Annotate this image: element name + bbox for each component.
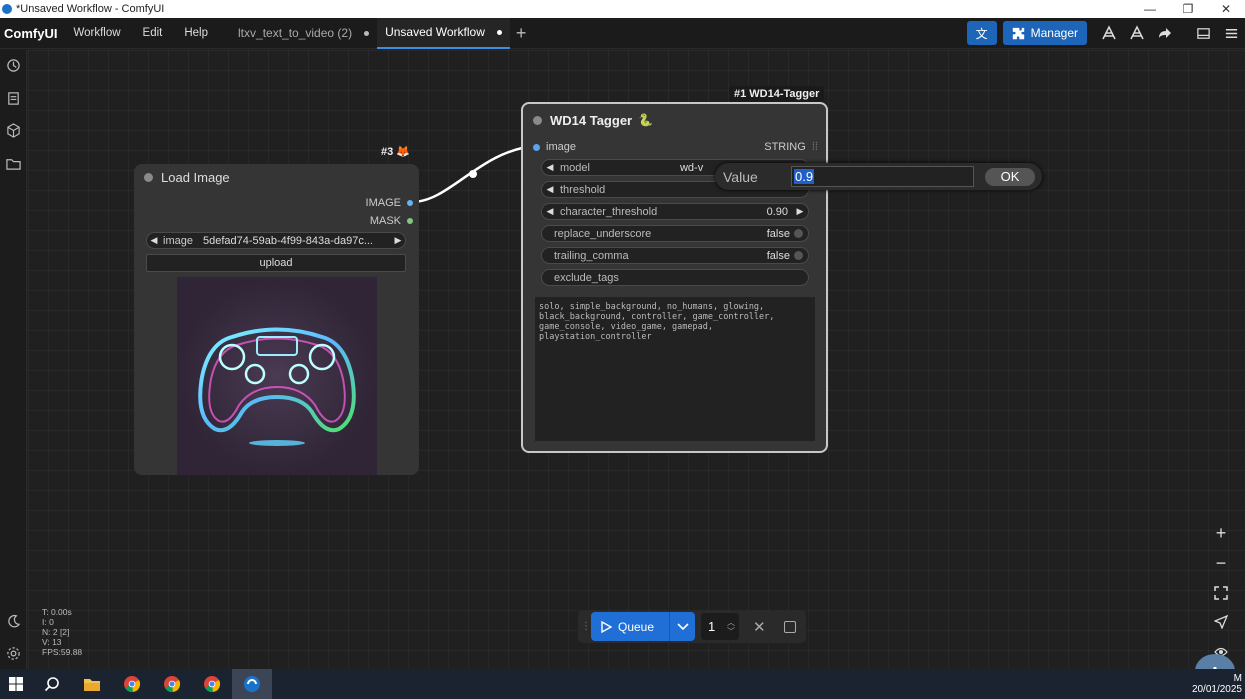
taskbar-clock[interactable]: M 20/01/2025 (1192, 673, 1242, 695)
fit-view-icon[interactable] (1207, 578, 1235, 608)
tags-output-textarea[interactable]: solo, simple_background, no_humans, glow… (535, 297, 815, 441)
chevron-down-icon[interactable]: ﹀ (727, 627, 735, 636)
chevron-down-icon[interactable] (669, 612, 695, 641)
chrome-icon[interactable] (192, 669, 232, 699)
toggle-knob[interactable] (794, 251, 803, 260)
ok-button[interactable]: OK (985, 167, 1035, 186)
prompt-label: Value (723, 168, 758, 185)
node-id-badge: #1 WD14-Tagger (729, 86, 825, 102)
image-combo-widget[interactable]: ◀ image 5defad74-59ab-4f99-843a-da97c...… (146, 232, 406, 249)
stop-square-icon[interactable] (783, 620, 796, 633)
chrome-icon[interactable] (112, 669, 152, 699)
upload-button[interactable]: upload (146, 254, 406, 272)
output-image[interactable]: IMAGE (366, 197, 413, 209)
input-image[interactable]: image (533, 141, 576, 153)
search-icon[interactable] (32, 669, 72, 699)
queue-button[interactable]: Queue (591, 612, 695, 641)
chrome-icon[interactable] (152, 669, 192, 699)
wd14-tagger-node[interactable]: WD14 Tagger 🐍 image STRING ⁞⁞ ◀ model wd… (521, 102, 828, 453)
widget-replace-underscore[interactable]: replace_underscore false (541, 225, 809, 242)
node-title: Load Image (161, 169, 230, 185)
output-port[interactable] (407, 218, 413, 224)
cancel-x-icon[interactable]: ✕ (753, 618, 766, 636)
widget-character-threshold[interactable]: ◀ character_threshold 0.90 ▶ (541, 203, 809, 220)
value-prompt-dialog: Value 0.9 OK (715, 163, 1042, 190)
windows-start-icon[interactable] (0, 669, 32, 699)
snake-icon: 🐍 (638, 113, 654, 127)
navigate-arrow-icon[interactable] (1207, 608, 1235, 638)
load-image-node[interactable]: Load Image IMAGE MASK ◀ image 5defad74-5… (134, 164, 419, 475)
arrow-left-icon[interactable]: ◀ (542, 206, 558, 217)
widget-exclude-tags[interactable]: exclude_tags (541, 269, 809, 286)
widget-trailing-comma[interactable]: trailing_comma false (541, 247, 809, 264)
value-input[interactable]: 0.9 (791, 166, 974, 187)
collapse-dot-icon[interactable] (533, 115, 542, 125)
node-title: WD14 Tagger (550, 112, 633, 128)
queue-count-stepper[interactable]: 1 ︿ ﹀ (701, 613, 739, 640)
arrow-left-icon[interactable]: ◀ (542, 162, 558, 173)
grid-port-icon[interactable]: ⁞⁞ (812, 141, 818, 153)
node-id-badge: #3 🦊 (381, 146, 411, 158)
arrow-right-icon[interactable]: ▶ (391, 235, 405, 246)
output-port[interactable] (407, 200, 413, 206)
file-explorer-icon[interactable] (72, 669, 112, 699)
render-stats: T: 0.00s I: 0 N: 2 [2] V: 13 FPS:59.88 (42, 607, 83, 657)
input-port[interactable] (533, 143, 540, 151)
windows-taskbar: M 20/01/2025 (0, 669, 1245, 699)
drag-handle-icon[interactable]: ⋮ (581, 621, 591, 632)
play-icon (601, 620, 612, 633)
arrow-right-icon[interactable]: ▶ (792, 206, 808, 217)
collapse-dot-icon[interactable] (144, 172, 153, 182)
image-preview (177, 277, 377, 475)
chevron-up-icon[interactable]: ︿ (727, 618, 735, 627)
output-mask[interactable]: MASK (370, 215, 413, 227)
canvas-zoom-controls: + − (1207, 519, 1235, 667)
zoom-in-plus-icon[interactable]: + (1207, 519, 1235, 549)
gamepad-icon (198, 327, 356, 446)
fox-icon: 🦊 (396, 146, 411, 158)
toggle-knob[interactable] (794, 229, 803, 238)
queue-bar: ⋮ Queue 1 ︿ ﹀ ✕ (578, 610, 806, 643)
arrow-left-icon[interactable]: ◀ (147, 235, 161, 246)
arrow-left-icon[interactable]: ◀ (542, 184, 558, 195)
zoom-out-minus-icon[interactable]: − (1207, 549, 1235, 579)
link-midpoint[interactable] (469, 170, 477, 178)
comfyui-taskbar-icon[interactable] (232, 669, 272, 699)
output-string[interactable]: STRING ⁞⁞ (764, 141, 818, 153)
